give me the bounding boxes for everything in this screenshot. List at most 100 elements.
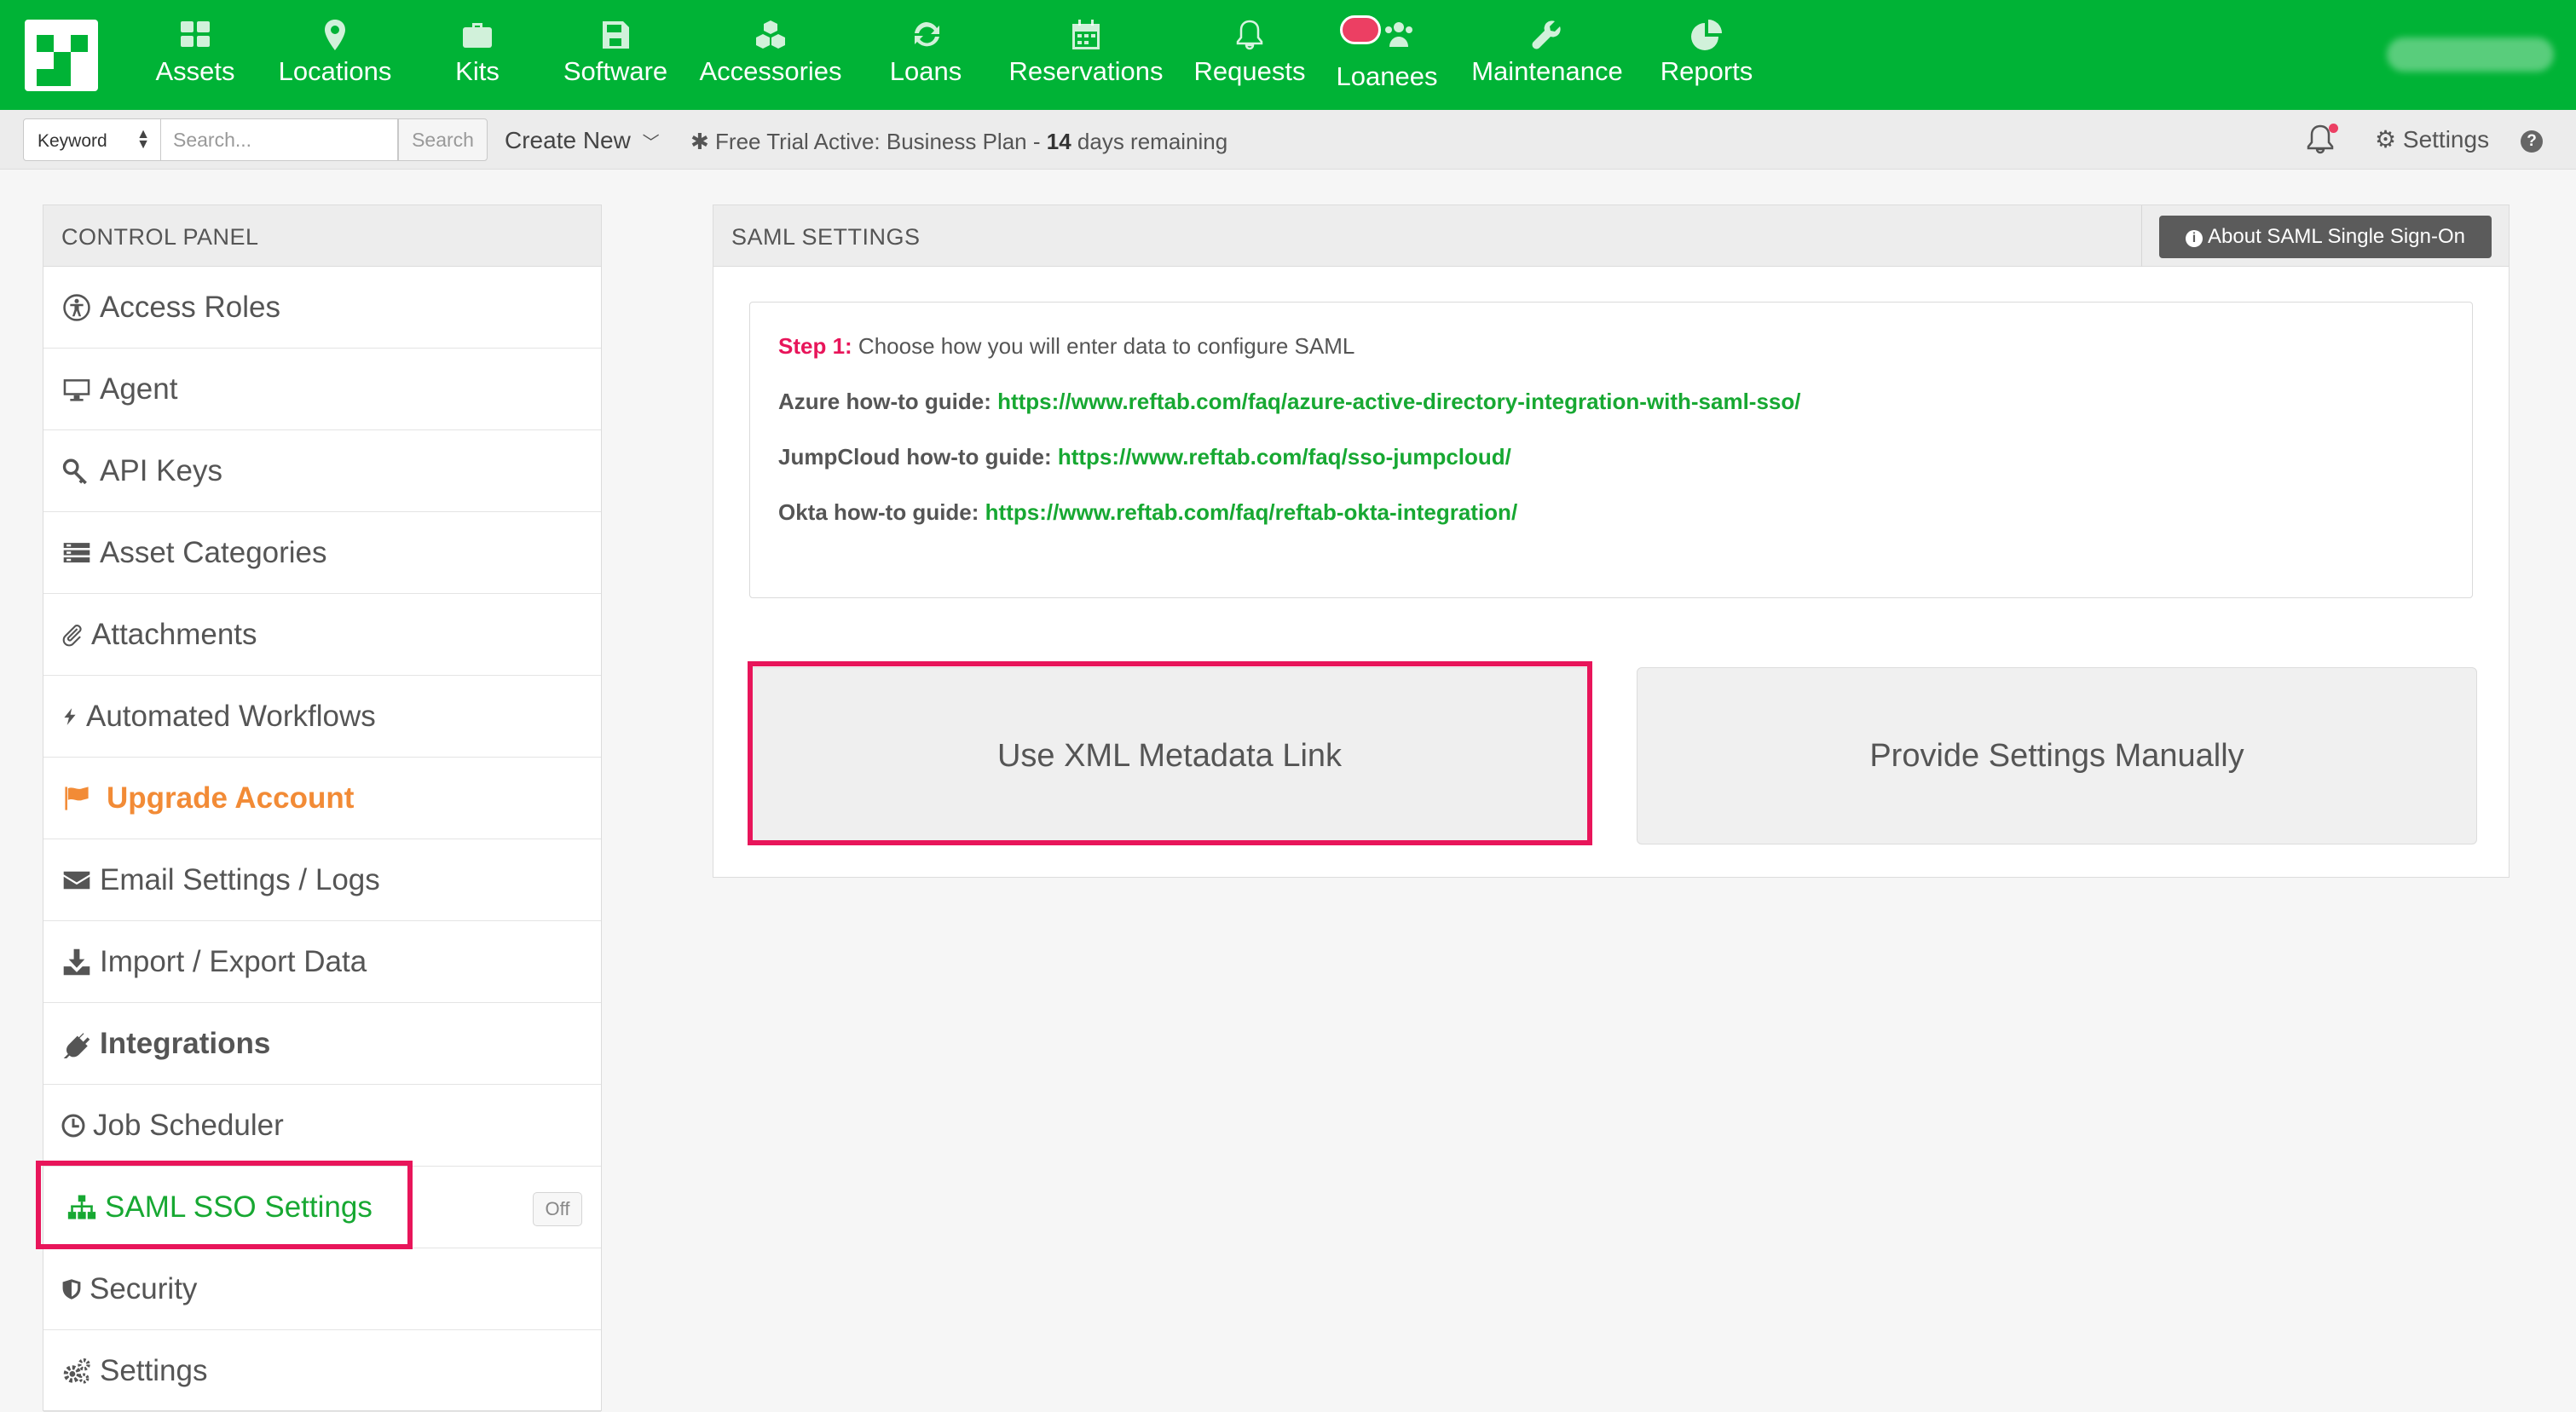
envelope-icon <box>63 871 90 889</box>
chevron-down-icon: ﹀ <box>642 134 660 153</box>
sidebar-item-upgrade-account[interactable]: Upgrade Account <box>43 758 601 839</box>
sidebar-item-label: Security <box>90 1271 198 1305</box>
reftab-logo[interactable] <box>25 20 98 91</box>
guide-link-okta[interactable]: https://www.reftab.com/faq/reftab-okta-i… <box>985 499 1518 525</box>
list-icon <box>63 542 90 562</box>
nav-requests[interactable]: Requests <box>1190 0 1309 110</box>
floppy-disk-icon <box>603 21 629 49</box>
clock-icon <box>61 1114 85 1137</box>
guide-label: Azure how-to guide: <box>778 389 991 414</box>
sidebar-item-label: Agent <box>100 372 178 406</box>
guide-label: Okta how-to guide: <box>778 499 979 525</box>
sidebar-title: CONTROL PANEL <box>43 205 601 267</box>
flag-icon <box>65 786 89 810</box>
search-type-select[interactable]: Keyword ▲ ▼ <box>23 118 161 161</box>
download-icon <box>63 948 90 975</box>
nav-accessories[interactable]: Accessories <box>697 0 844 110</box>
create-new-dropdown[interactable]: Create New ﹀ <box>505 127 660 154</box>
sidebar-item-integrations[interactable]: Integrations <box>43 1003 601 1085</box>
search-button[interactable]: Search <box>398 118 488 161</box>
notification-dot <box>2329 124 2338 133</box>
step-text: Choose how you will enter data to config… <box>852 333 1355 359</box>
nav-label: Locations <box>278 56 392 86</box>
plug-icon <box>63 1030 90 1058</box>
nav-label: Reports <box>1660 56 1753 86</box>
shield-icon <box>62 1278 81 1300</box>
highlight-frame <box>748 661 1592 845</box>
pie-chart-icon <box>1691 20 1722 50</box>
provide-settings-manually-button[interactable]: Provide Settings Manually <box>1637 667 2477 844</box>
panel-title: SAML SETTINGS <box>731 224 921 250</box>
step-label: Step 1: <box>778 333 852 359</box>
nav-maintenance[interactable]: Maintenance <box>1468 0 1626 110</box>
nav-loans[interactable]: Loans <box>878 0 973 110</box>
notifications-button[interactable] <box>2303 122 2338 156</box>
top-navbar: Assets Locations Kits Software Accessori… <box>0 0 2576 110</box>
sidebar-item-api-keys[interactable]: API Keys <box>43 430 601 512</box>
sidebar-item-attachments[interactable]: Attachments <box>43 594 601 676</box>
about-saml-button[interactable]: i About SAML Single Sign-On <box>2159 216 2492 258</box>
status-badge: Off <box>533 1192 582 1226</box>
sidebar-item-agent[interactable]: Agent <box>43 349 601 430</box>
asterisk-icon: ✱ <box>690 129 709 154</box>
sidebar-item-security[interactable]: Security <box>43 1248 601 1330</box>
nav-locations[interactable]: Locations <box>271 0 399 110</box>
sidebar-item-access-roles[interactable]: Access Roles <box>43 267 601 349</box>
sidebar-item-email-settings[interactable]: Email Settings / Logs <box>43 839 601 921</box>
monitor-icon <box>63 378 90 401</box>
sidebar-item-label: API Keys <box>100 453 222 487</box>
nav-loanees[interactable]: Loanees <box>1333 0 1441 110</box>
sidebar-item-automated-workflows[interactable]: Automated Workflows <box>43 676 601 758</box>
sidebar-item-job-scheduler[interactable]: Job Scheduler <box>43 1085 601 1167</box>
nav-reservations[interactable]: Reservations <box>1004 0 1168 110</box>
guide-link-jumpcloud[interactable]: https://www.reftab.com/faq/sso-jumpcloud… <box>1058 444 1511 470</box>
sidebar-item-label: Integrations <box>100 1026 271 1060</box>
sidebar-item-settings[interactable]: Settings <box>43 1330 601 1412</box>
nav-kits[interactable]: Kits <box>442 0 513 110</box>
help-button[interactable]: ? <box>2521 130 2543 153</box>
sidebar-item-import-export[interactable]: Import / Export Data <box>43 921 601 1003</box>
header-divider <box>2141 205 2142 267</box>
sidebar-item-label: Automated Workflows <box>86 699 376 733</box>
calendar-icon <box>1072 20 1100 49</box>
trial-prefix: Free Trial Active: Business Plan - <box>715 129 1047 154</box>
guide-row-okta: Okta how-to guide: https://www.reftab.co… <box>778 499 1517 526</box>
nav-label: Software <box>563 56 668 86</box>
trial-banner: ✱ Free Trial Active: Business Plan - 14 … <box>690 129 1227 155</box>
gears-icon <box>63 1357 90 1383</box>
sidebar-item-label: Attachments <box>91 617 257 651</box>
refresh-icon <box>915 21 939 47</box>
paperclip-icon <box>62 624 82 646</box>
sidebar-item-label: Import / Export Data <box>100 944 367 978</box>
search-input[interactable] <box>161 118 398 161</box>
select-arrows-icon: ▲ ▼ <box>136 127 150 152</box>
nav-label: Kits <box>455 56 500 86</box>
settings-label: Settings <box>2402 126 2490 153</box>
panel-header: SAML SETTINGS i About SAML Single Sign-On <box>713 205 2509 267</box>
sidebar-item-label: Email Settings / Logs <box>100 862 380 896</box>
nav-reports[interactable]: Reports <box>1655 0 1758 110</box>
user-menu[interactable] <box>2387 37 2554 72</box>
key-icon <box>62 458 87 484</box>
sidebar-item-label: Asset Categories <box>100 535 327 569</box>
nav-software[interactable]: Software <box>556 0 675 110</box>
sidebar-item-label: Access Roles <box>100 290 281 324</box>
nav-label: Assets <box>155 56 235 86</box>
guide-row-jumpcloud: JumpCloud how-to guide: https://www.reft… <box>778 444 1511 470</box>
inbox-badge-icon <box>1340 15 1381 44</box>
settings-link[interactable]: ⚙ Settings <box>2375 125 2489 153</box>
guide-link-azure[interactable]: https://www.reftab.com/faq/azure-active-… <box>997 389 1800 414</box>
bell-icon <box>1236 20 1263 50</box>
briefcase-icon <box>463 23 492 48</box>
about-saml-label: About SAML Single Sign-On <box>2208 225 2465 248</box>
step-instruction: Step 1: Choose how you will enter data t… <box>778 333 1354 360</box>
sidebar-item-label: Settings <box>100 1353 208 1387</box>
sidebar-item-asset-categories[interactable]: Asset Categories <box>43 512 601 594</box>
trial-suffix: days remaining <box>1071 129 1228 154</box>
search-type-value: Keyword <box>38 131 107 151</box>
guide-label: JumpCloud how-to guide: <box>778 444 1052 470</box>
bolt-icon <box>64 707 76 725</box>
nav-assets[interactable]: Assets <box>143 0 247 110</box>
sidebar-item-label: Job Scheduler <box>93 1108 284 1142</box>
nav-label: Loans <box>889 56 962 86</box>
